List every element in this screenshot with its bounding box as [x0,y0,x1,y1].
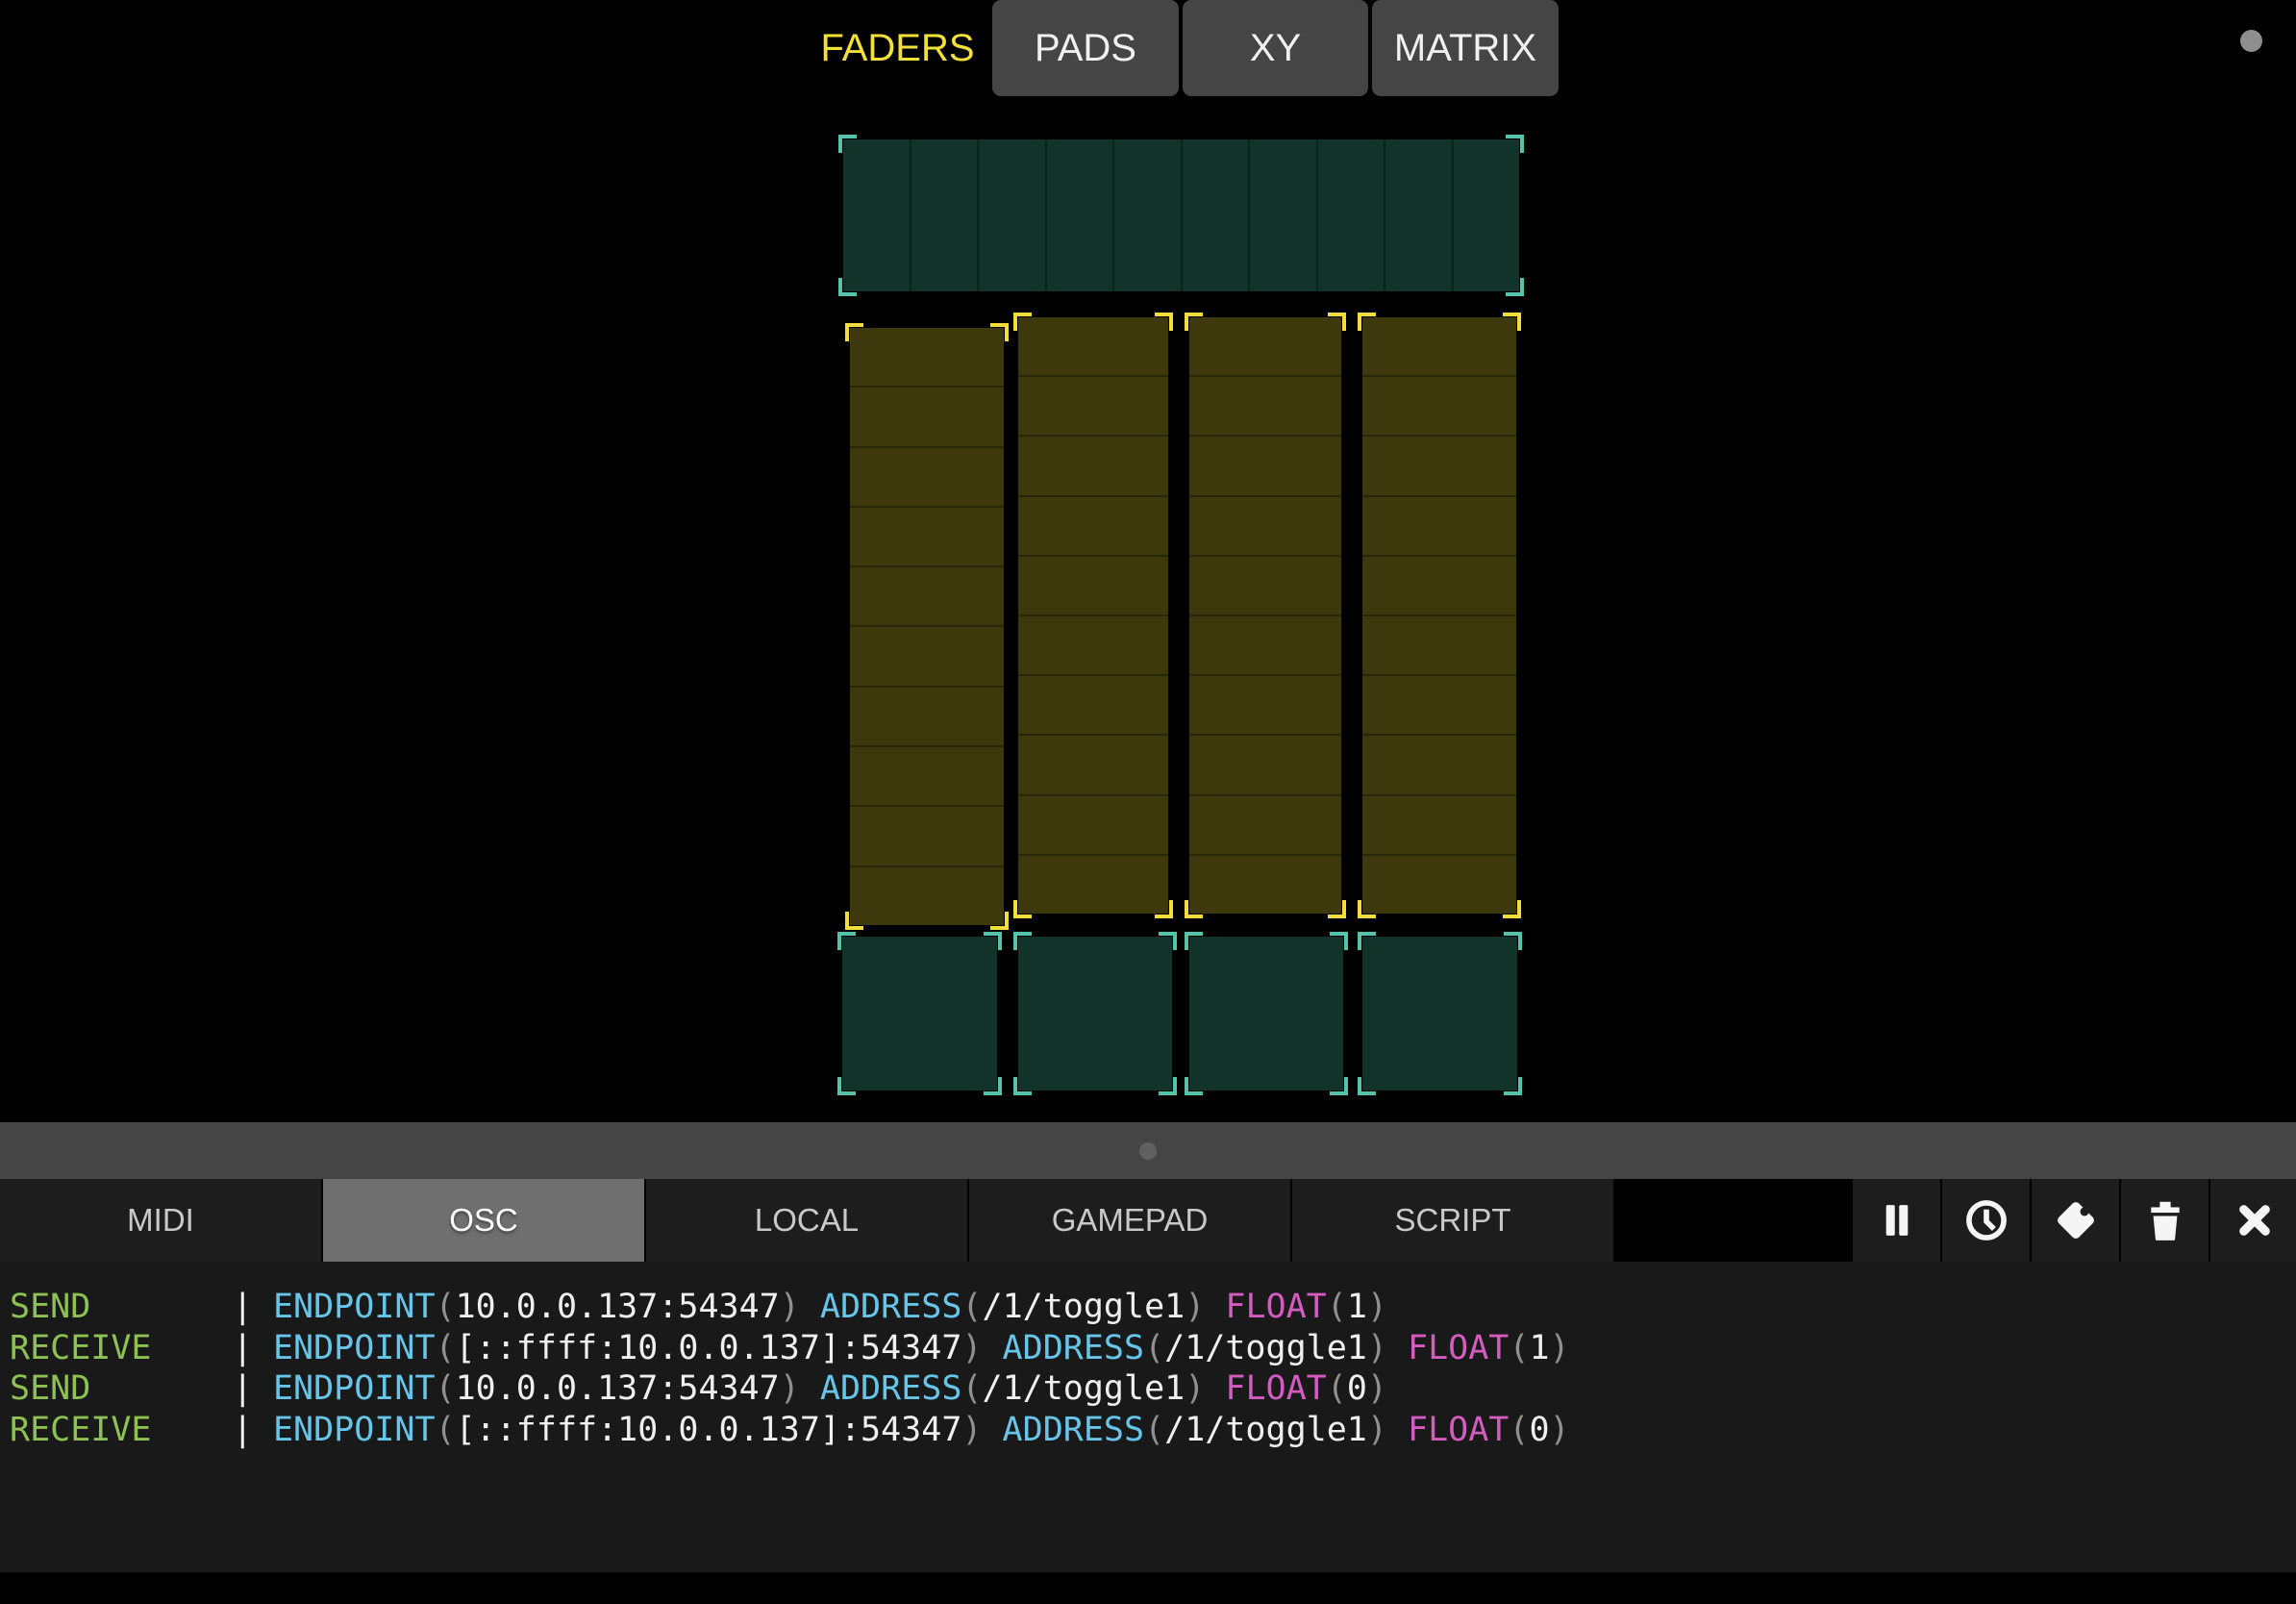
tag-button[interactable] [2032,1179,2119,1262]
console-tab-midi[interactable]: MIDI [0,1179,321,1262]
log-line: SEND| ENDPOINT(10.0.0.137:54347) ADDRESS… [10,1287,2296,1328]
trash-button[interactable] [2121,1179,2209,1262]
log-line: RECEIVE| ENDPOINT([::ffff:10.0.0.137]:54… [10,1410,2296,1451]
close-button[interactable] [2210,1179,2296,1262]
selection-brackets-icon [837,932,1002,1095]
console-splitter[interactable] [0,1122,2296,1179]
console-tab-script[interactable]: SCRIPT [1292,1179,1613,1262]
console-tab-gamepad[interactable]: GAMEPAD [969,1179,1290,1262]
fader-4[interactable] [1362,317,1516,914]
pad-2[interactable] [1018,937,1172,1090]
selection-brackets-icon [1185,932,1348,1095]
fader-3[interactable] [1189,317,1341,914]
tab-xy[interactable]: XY [1183,0,1368,96]
clock-icon [1961,1195,2011,1245]
tag-icon [2051,1195,2101,1245]
close-icon [2230,1195,2280,1245]
log-area[interactable]: SEND| ENDPOINT(10.0.0.137:54347) ADDRESS… [0,1262,2296,1572]
pad-3[interactable] [1189,937,1343,1090]
status-dot-icon [2240,30,2262,52]
pause-button[interactable] [1853,1179,1940,1262]
selection-brackets-icon [1013,932,1177,1095]
log-line: RECEIVE| ENDPOINT([::ffff:10.0.0.137]:54… [10,1328,2296,1369]
splitter-handle-icon [1139,1142,1157,1160]
fader-1[interactable] [850,328,1004,925]
timestamp-button[interactable] [1942,1179,2030,1262]
console-tabbar: MIDI OSC LOCAL GAMEPAD SCRIPT [0,1179,2296,1262]
tab-faders[interactable]: FADERS [803,0,992,96]
app-screen: FADERS PADS XY MATRIX MIDI OSC LOCAL GAM… [0,0,2296,1604]
pad-1[interactable] [842,937,997,1090]
console-tab-osc[interactable]: OSC [323,1179,644,1262]
tab-matrix[interactable]: MATRIX [1372,0,1559,96]
fader-2[interactable] [1018,317,1168,914]
pad-4[interactable] [1362,937,1517,1090]
radio-strip-horizontal[interactable] [843,139,1519,291]
pause-icon [1872,1195,1922,1245]
tab-pads[interactable]: PADS [992,0,1179,96]
selection-brackets-icon [1358,932,1522,1095]
log-line: SEND| ENDPOINT(10.0.0.137:54347) ADDRESS… [10,1368,2296,1410]
trash-icon [2140,1195,2190,1245]
console-tab-local[interactable]: LOCAL [646,1179,967,1262]
